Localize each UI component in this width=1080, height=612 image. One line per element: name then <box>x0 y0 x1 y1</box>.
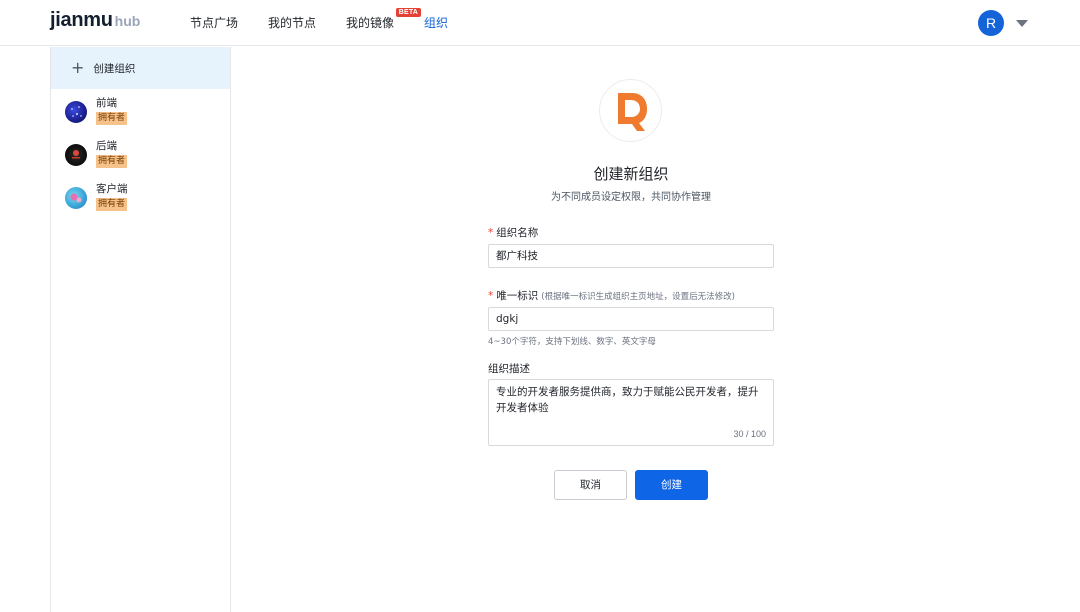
required-marker: * <box>488 290 494 302</box>
org-list-item-client[interactable]: 客户端 拥有者 <box>51 183 230 218</box>
org-desc-value: 专业的开发者服务提供商，致力于赋能公民开发者，提升开发者体验 <box>496 386 759 414</box>
top-nav-bar: jianmu hub 节点广场 我的节点 我的镜像 BETA 组织 R <box>0 0 1080 46</box>
nav-my-nodes[interactable]: 我的节点 <box>268 14 316 31</box>
chevron-down-icon[interactable] <box>1016 20 1028 27</box>
org-avatar-frontend <box>65 101 87 123</box>
org-id-hint: (根据唯一标识生成组织主页地址，设置后无法修改) <box>541 292 735 302</box>
page-title: 创建新组织 <box>593 165 669 183</box>
create-org-button[interactable]: + 创建组织 <box>51 47 230 89</box>
org-name: 后端 <box>96 140 117 152</box>
nav-node-plaza[interactable]: 节点广场 <box>190 14 238 31</box>
owner-badge: 拥有者 <box>96 112 128 125</box>
create-org-label: 创建组织 <box>93 62 136 75</box>
owner-badge: 拥有者 <box>96 198 128 211</box>
org-name: 客户端 <box>96 183 128 195</box>
org-avatar-backend <box>65 144 87 166</box>
nav-organizations[interactable]: 组织 <box>424 14 448 31</box>
jianmu-hub-logo[interactable]: jianmu hub <box>50 9 140 32</box>
user-avatar[interactable]: R <box>978 10 1004 36</box>
page-subtitle: 为不同成员设定权限，共同协作管理 <box>551 192 711 203</box>
required-marker: * <box>488 227 494 239</box>
create-button[interactable]: 创建 <box>635 470 708 500</box>
org-name-input[interactable]: 都广科技 <box>488 244 774 268</box>
cancel-button[interactable]: 取消 <box>554 470 627 500</box>
nav-my-images-label: 我的镜像 <box>346 16 395 30</box>
org-avatar-client <box>65 187 87 209</box>
org-name-label: * 组织名称 <box>488 225 538 240</box>
logo-sub-text: hub <box>114 13 141 29</box>
logo-main-text: jianmu <box>50 9 113 31</box>
org-name: 前端 <box>96 97 117 109</box>
org-id-label-text: 唯一标识 <box>496 290 539 302</box>
owner-badge: 拥有者 <box>96 155 128 168</box>
org-desc-textarea[interactable]: 专业的开发者服务提供商，致力于赋能公民开发者，提升开发者体验 30 / 100 <box>488 379 774 446</box>
beta-badge: BETA <box>395 8 422 17</box>
org-sidebar: + 创建组织 前端 拥有者 后端 拥有者 客户端 拥有者 <box>50 47 231 612</box>
org-id-help-text: 4~30个字符，支持下划线、数字、英文字母 <box>488 337 656 347</box>
org-list-item-backend[interactable]: 后端 拥有者 <box>51 140 230 175</box>
org-desc-label: 组织描述 <box>488 363 530 375</box>
org-logo-upload[interactable] <box>599 79 662 142</box>
nav-my-images[interactable]: 我的镜像 BETA <box>346 8 422 31</box>
plus-icon: + <box>71 58 85 77</box>
main-nav: 节点广场 我的节点 我的镜像 BETA 组织 <box>190 8 478 31</box>
org-list-item-frontend[interactable]: 前端 拥有者 <box>51 97 230 132</box>
char-counter: 30 / 100 <box>733 429 766 439</box>
org-logo-icon <box>618 93 647 131</box>
org-id-input[interactable]: dgkj <box>488 307 774 331</box>
org-name-label-text: 组织名称 <box>496 227 539 239</box>
org-id-label: * 唯一标识 (根据唯一标识生成组织主页地址，设置后无法修改) <box>488 288 735 303</box>
